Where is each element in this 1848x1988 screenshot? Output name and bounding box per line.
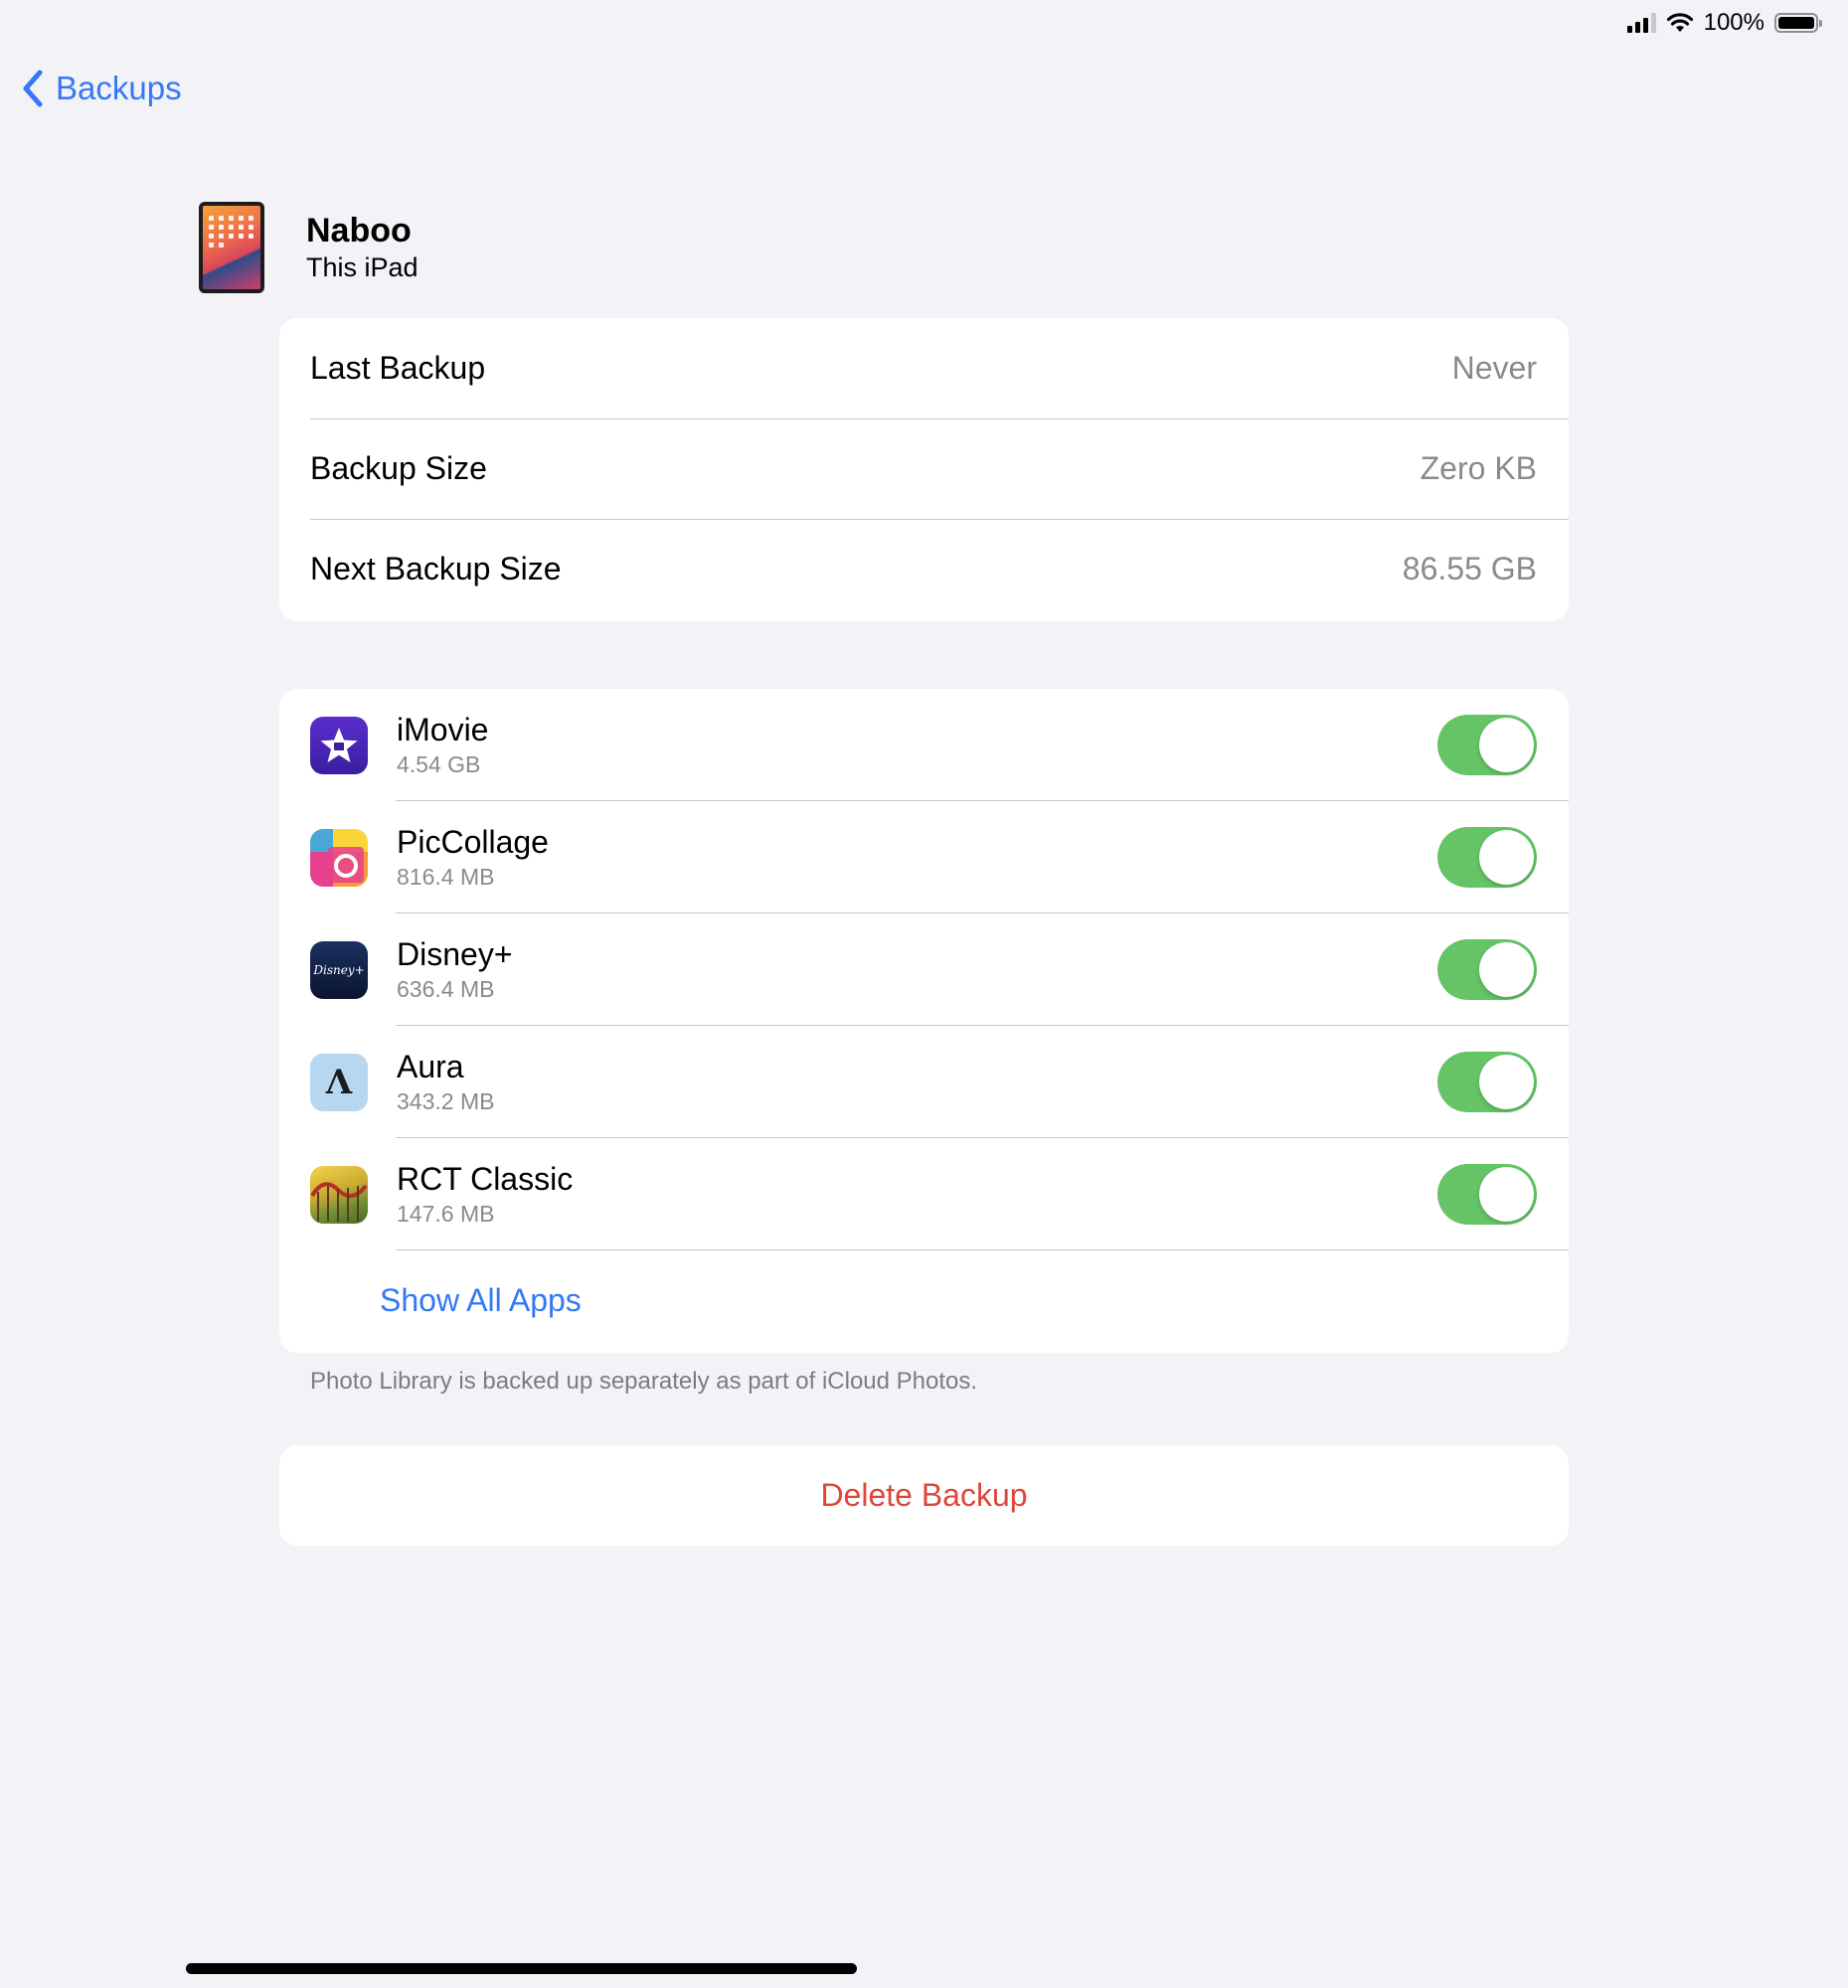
app-size: 147.6 MB bbox=[397, 1200, 495, 1227]
battery-icon bbox=[1774, 13, 1822, 33]
backup-size-row: Backup Size Zero KB bbox=[279, 418, 1569, 519]
device-header: Naboo This iPad bbox=[199, 202, 419, 293]
status-bar: 100% bbox=[1626, 6, 1822, 40]
aura-icon: Λ bbox=[310, 1053, 368, 1111]
app-name: Aura bbox=[397, 1048, 464, 1084]
disney-plus-backup-toggle[interactable] bbox=[1437, 939, 1537, 1000]
backup-size-label: Backup Size bbox=[310, 450, 487, 486]
show-all-apps-button[interactable]: Show All Apps bbox=[279, 1250, 1569, 1350]
device-subtitle: This iPad bbox=[306, 252, 419, 282]
ipad-icon bbox=[199, 202, 264, 293]
piccollage-backup-toggle[interactable] bbox=[1437, 827, 1537, 888]
battery-fill bbox=[1778, 17, 1814, 29]
app-row-rct-classic: RCT Classic 147.6 MB bbox=[279, 1138, 1569, 1250]
toggle-knob bbox=[1479, 1167, 1534, 1222]
rct-classic-backup-toggle[interactable] bbox=[1437, 1164, 1537, 1225]
toggle-knob bbox=[1479, 718, 1534, 772]
app-size: 636.4 MB bbox=[397, 975, 495, 1002]
next-backup-size-label: Next Backup Size bbox=[310, 551, 562, 586]
photo-library-footnote: Photo Library is backed up separately as… bbox=[310, 1368, 978, 1395]
last-backup-label: Last Backup bbox=[310, 350, 486, 386]
toggle-knob bbox=[1479, 830, 1534, 885]
aura-icon-text: Λ bbox=[325, 1062, 353, 1102]
piccollage-icon bbox=[310, 828, 368, 887]
app-name: iMovie bbox=[397, 711, 489, 747]
app-name: RCT Classic bbox=[397, 1160, 574, 1197]
app-text: RCT Classic 147.6 MB bbox=[397, 1160, 1437, 1230]
rct-classic-icon bbox=[310, 1165, 368, 1224]
cellular-signal-icon bbox=[1626, 13, 1656, 33]
apps-card: iMovie 4.54 GB PicCollage 816.4 MB Disne… bbox=[279, 689, 1569, 1353]
aura-backup-toggle[interactable] bbox=[1437, 1052, 1537, 1112]
imovie-backup-toggle[interactable] bbox=[1437, 715, 1537, 775]
next-backup-size-row: Next Backup Size 86.55 GB bbox=[279, 519, 1569, 619]
disney-plus-icon: Disney+ bbox=[310, 940, 368, 999]
backup-size-value: Zero KB bbox=[1420, 450, 1537, 486]
app-size: 343.2 MB bbox=[397, 1087, 495, 1114]
app-text: PicCollage 816.4 MB bbox=[397, 823, 1437, 893]
app-size: 4.54 GB bbox=[397, 750, 481, 777]
device-name: Naboo bbox=[306, 212, 412, 249]
wifi-icon bbox=[1666, 13, 1693, 32]
device-labels: Naboo This iPad bbox=[306, 211, 419, 284]
home-indicator[interactable] bbox=[186, 1963, 857, 1974]
app-text: iMovie 4.54 GB bbox=[397, 711, 1437, 780]
chevron-left-icon bbox=[23, 70, 43, 107]
disney-plus-icon-text: Disney+ bbox=[313, 962, 365, 977]
battery-percentage: 100% bbox=[1703, 9, 1764, 36]
back-button[interactable]: Backups bbox=[22, 70, 182, 107]
delete-backup-button[interactable]: Delete Backup bbox=[279, 1445, 1569, 1546]
app-text: Disney+ 636.4 MB bbox=[397, 935, 1437, 1005]
app-size: 816.4 MB bbox=[397, 863, 495, 890]
toggle-knob bbox=[1479, 942, 1534, 997]
app-text: Aura 343.2 MB bbox=[397, 1048, 1437, 1117]
backup-info-card: Last Backup Never Backup Size Zero KB Ne… bbox=[279, 318, 1569, 621]
last-backup-value: Never bbox=[1451, 350, 1537, 386]
imovie-icon bbox=[310, 716, 368, 774]
toggle-knob bbox=[1479, 1055, 1534, 1109]
next-backup-size-value: 86.55 GB bbox=[1402, 551, 1537, 586]
app-name: Disney+ bbox=[397, 935, 513, 972]
app-row-disney-plus: Disney+ Disney+ 636.4 MB bbox=[279, 913, 1569, 1026]
app-row-imovie: iMovie 4.54 GB bbox=[279, 689, 1569, 801]
app-row-piccollage: PicCollage 816.4 MB bbox=[279, 801, 1569, 913]
back-button-label: Backups bbox=[56, 70, 182, 106]
last-backup-row: Last Backup Never bbox=[279, 318, 1569, 418]
app-row-aura: Λ Aura 343.2 MB bbox=[279, 1026, 1569, 1138]
app-name: PicCollage bbox=[397, 823, 549, 860]
